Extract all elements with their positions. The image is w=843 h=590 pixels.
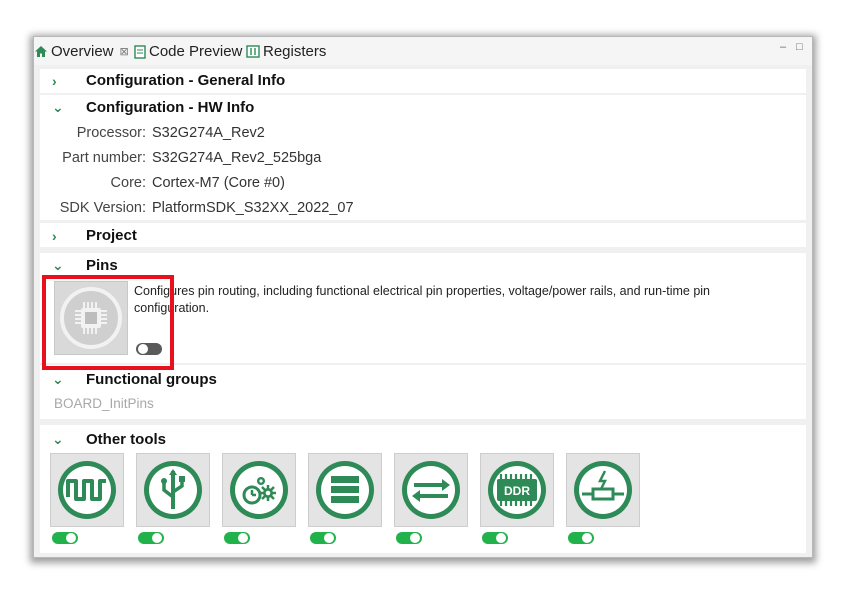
usb-icon bbox=[144, 461, 202, 519]
toggle-knob bbox=[66, 533, 76, 543]
section-project-title: Project bbox=[86, 227, 137, 244]
tool-usb-toggle[interactable] bbox=[138, 532, 164, 544]
section-functional-groups: ⌄ Functional groups BOARD_InitPins bbox=[40, 365, 806, 419]
hw-row-core: Core: Cortex-M7 (Core #0) bbox=[40, 175, 285, 191]
tool-clocks-toggle[interactable] bbox=[52, 532, 78, 544]
ddr-icon: DDR bbox=[488, 461, 546, 519]
stack-layers-icon bbox=[316, 461, 374, 519]
section-general-info-header[interactable]: › Configuration - General Info bbox=[52, 72, 285, 89]
registers-icon bbox=[246, 45, 260, 58]
tab-code-preview-label: Code Preview bbox=[149, 43, 243, 60]
section-general-info-title: Configuration - General Info bbox=[86, 72, 286, 89]
hw-label: Part number: bbox=[62, 150, 146, 166]
tool-peripherals-toggle[interactable] bbox=[224, 532, 250, 544]
swap-arrows-icon bbox=[402, 461, 460, 519]
toggle-knob bbox=[496, 533, 506, 543]
pins-description: Configures pin routing, including functi… bbox=[134, 283, 794, 317]
section-other-tools-title: Other tools bbox=[86, 431, 167, 448]
section-pins-title: Pins bbox=[86, 257, 118, 274]
toggle-knob bbox=[582, 533, 592, 543]
clocks-wave-icon bbox=[58, 461, 116, 519]
toggle-knob bbox=[324, 533, 334, 543]
pins-description-line1: Configures pin routing, including functi… bbox=[134, 284, 711, 298]
resistor-icon bbox=[574, 461, 632, 519]
peripherals-gear-icon bbox=[230, 461, 288, 519]
other-tools-row: DDR bbox=[50, 453, 670, 549]
tab-code-preview[interactable]: Code Preview bbox=[134, 43, 242, 60]
tab-bar: Overview ⊠ Code Preview Registers – □ bbox=[34, 37, 812, 65]
chevron-down-icon: ⌄ bbox=[52, 371, 64, 387]
chevron-down-icon: ⌄ bbox=[52, 99, 64, 115]
hw-value: Cortex-M7 (Core #0) bbox=[152, 175, 285, 191]
section-hw-info-header[interactable]: ⌄ Configuration - HW Info bbox=[52, 99, 254, 116]
hw-row-processor: Processor: S32G274A_Rev2 bbox=[40, 125, 265, 141]
functional-group-item[interactable]: BOARD_InitPins bbox=[54, 396, 154, 411]
document-icon bbox=[134, 44, 146, 59]
tool-swap-toggle[interactable] bbox=[396, 532, 422, 544]
tool-clocks[interactable] bbox=[50, 453, 124, 527]
section-project-header[interactable]: › Project bbox=[52, 227, 137, 244]
pins-description-line2: configuration. bbox=[134, 301, 210, 315]
section-hw-info-title: Configuration - HW Info bbox=[86, 99, 255, 116]
tool-usb[interactable] bbox=[136, 453, 210, 527]
section-other-tools-header[interactable]: ⌄ Other tools bbox=[52, 431, 166, 448]
tab-registers-label: Registers bbox=[263, 43, 327, 60]
chevron-right-icon: › bbox=[52, 72, 57, 89]
toggle-knob bbox=[410, 533, 420, 543]
section-general-info: › Configuration - General Info bbox=[40, 69, 806, 93]
section-hw-info: ⌄ Configuration - HW Info Processor: S32G… bbox=[40, 95, 806, 220]
tool-ddr[interactable]: DDR bbox=[480, 453, 554, 527]
tool-peripherals[interactable] bbox=[222, 453, 296, 527]
tool-swap[interactable] bbox=[394, 453, 468, 527]
section-pins-header[interactable]: ⌄ Pins bbox=[52, 257, 118, 274]
section-other-tools: ⌄ Other tools DDR bbox=[40, 425, 806, 553]
tool-stack-toggle[interactable] bbox=[310, 532, 336, 544]
tool-resistor-toggle[interactable] bbox=[568, 532, 594, 544]
tab-overview[interactable]: Overview ⊠ bbox=[34, 43, 129, 60]
hw-row-sdk-version: SDK Version: PlatformSDK_S32XX_2022_07 bbox=[40, 200, 354, 216]
highlight-box bbox=[42, 275, 174, 370]
tab-registers[interactable]: Registers bbox=[246, 43, 326, 60]
section-functional-groups-title: Functional groups bbox=[86, 371, 217, 388]
hw-label: Processor: bbox=[76, 125, 146, 141]
hw-value: S32G274A_Rev2 bbox=[152, 125, 265, 141]
chevron-down-icon: ⌄ bbox=[52, 257, 64, 273]
chevron-right-icon: › bbox=[52, 227, 57, 244]
house-icon bbox=[35, 46, 47, 57]
toggle-knob bbox=[152, 533, 162, 543]
hw-row-part-number: Part number: S32G274A_Rev2_525bga bbox=[40, 150, 321, 166]
tool-ddr-toggle[interactable] bbox=[482, 532, 508, 544]
chevron-down-icon: ⌄ bbox=[52, 431, 64, 447]
hw-label: SDK Version: bbox=[59, 200, 146, 216]
hw-label: Core: bbox=[110, 175, 146, 191]
tab-overview-label: Overview bbox=[51, 43, 114, 60]
tool-resistor[interactable] bbox=[566, 453, 640, 527]
section-project: › Project bbox=[40, 223, 806, 247]
hw-value: S32G274A_Rev2_525bga bbox=[152, 150, 322, 166]
close-icon[interactable]: ⊠ bbox=[120, 45, 129, 58]
minimize-button[interactable]: – bbox=[780, 41, 786, 53]
maximize-button[interactable]: □ bbox=[796, 41, 803, 53]
ddr-label: DDR bbox=[504, 484, 530, 498]
tool-stack[interactable] bbox=[308, 453, 382, 527]
toggle-knob bbox=[238, 533, 248, 543]
section-functional-groups-header[interactable]: ⌄ Functional groups bbox=[52, 371, 217, 388]
hw-value: PlatformSDK_S32XX_2022_07 bbox=[152, 200, 354, 216]
